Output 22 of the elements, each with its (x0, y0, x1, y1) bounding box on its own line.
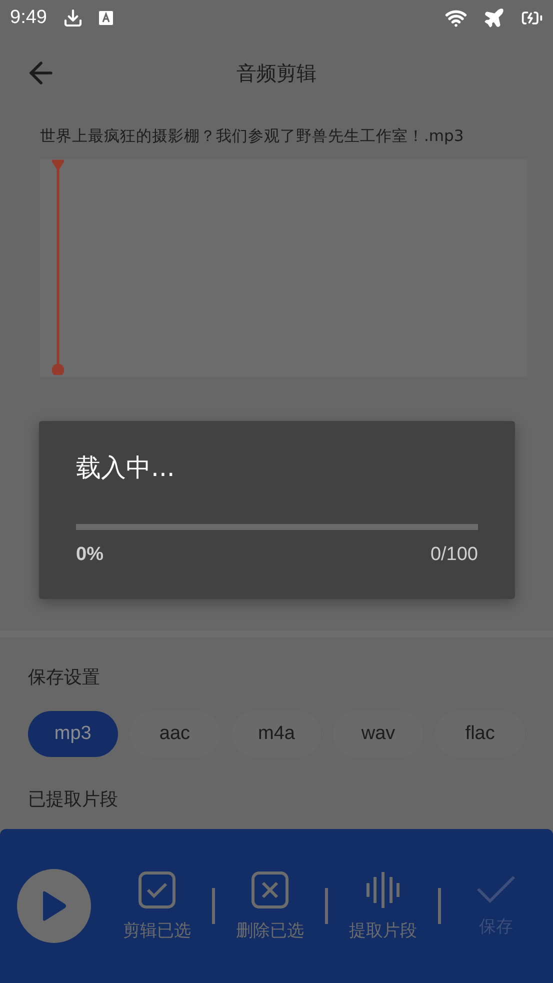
file-name: 世界上最疯狂的摄影棚？我们参观了野兽先生工作室！.mp3 (39, 126, 465, 147)
format-chip[interactable]: mp3 (28, 711, 118, 757)
toolbar-action[interactable]: 删除已选 (224, 870, 316, 942)
position-marker[interactable] (52, 159, 64, 375)
checkbox-icon (138, 870, 176, 908)
toolbar-action[interactable]: 提取片段 (337, 870, 429, 942)
progress-count: 0/100 (430, 544, 478, 566)
section-title: 保存设置 (27, 666, 101, 689)
wifi-icon (445, 7, 467, 29)
close-box-icon (251, 870, 289, 908)
toolbar-action[interactable]: 剪辑已选 (111, 870, 203, 942)
progress-percent: 0% (76, 544, 104, 566)
section-title: 已提取片段 (27, 788, 119, 811)
airplane-icon (483, 7, 505, 29)
status-time: 9:49 (10, 7, 47, 29)
page-title: 音频剪辑 (236, 60, 316, 86)
waveform-icon (366, 870, 400, 908)
notification-icon (98, 11, 113, 25)
download-icon (62, 8, 83, 28)
checkmark-icon (476, 874, 516, 904)
play-icon (40, 890, 68, 922)
dialog-title: 载入中... (76, 452, 176, 484)
